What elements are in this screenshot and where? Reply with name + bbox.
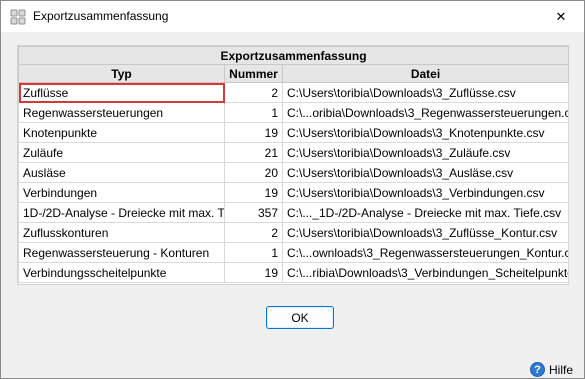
table-row[interactable]: Verbindungsscheitelpunkte 19 C:\...ribia\D… xyxy=(18,262,570,283)
cell-datei[interactable]: C:\Users\toribia\Downloads\3_Ausläse.csv xyxy=(281,162,570,183)
cell-datei[interactable]: C:\Users\toribia\Downloads\3_Knotenpunkt… xyxy=(281,122,570,143)
cell-nummer[interactable]: 19 xyxy=(224,122,283,143)
cell-datei[interactable]: C:\Users\toribia\Downloads\3_Verbindunge… xyxy=(281,182,570,203)
table-row[interactable]: Knotenpunkte 19 C:\Users\toribia\Downloads… xyxy=(18,122,570,143)
column-header-typ[interactable]: Typ xyxy=(18,64,225,83)
table-row[interactable]: Regenwassersteuerungen 1 C:\...oribia\Down… xyxy=(18,102,570,123)
table-body: Zuflüsse 2 C:\Users\toribia\Downloads\3_Zu… xyxy=(18,82,570,283)
export-summary-table: Exportzusammenfassung Typ Nummer Datei Zuf… xyxy=(17,46,570,283)
cell-typ[interactable]: Ausläse xyxy=(18,162,225,183)
table-row[interactable]: Zuläufe 21 C:\Users\toribia\Downloads\3_Zu… xyxy=(18,142,570,163)
cell-typ[interactable]: Zuflüsse xyxy=(18,82,225,103)
cell-datei[interactable]: C:\Users\toribia\Downloads\3_Zuflüsse_Ko… xyxy=(281,222,570,243)
cell-nummer[interactable]: 19 xyxy=(224,262,283,283)
close-icon: ✕ xyxy=(555,8,567,24)
cell-typ[interactable]: Zuflusskonturen xyxy=(18,222,225,243)
close-button[interactable]: ✕ xyxy=(538,1,584,32)
cell-nummer[interactable]: 20 xyxy=(224,162,283,183)
cell-datei[interactable]: C:\Users\toribia\Downloads\3_Zuflüsse.cs… xyxy=(281,82,570,103)
cell-nummer[interactable]: 21 xyxy=(224,142,283,163)
table-row[interactable]: Regenwassersteuerung - Konturen 1 C:\...ow… xyxy=(18,242,570,263)
cell-nummer[interactable]: 19 xyxy=(224,182,283,203)
cell-datei[interactable]: C:\..._1D-/2D-Analyse - Dreiecke mit max… xyxy=(281,202,570,223)
cell-typ[interactable]: Knotenpunkte xyxy=(18,122,225,143)
cell-typ[interactable]: Verbindungsscheitelpunkte xyxy=(18,262,225,283)
title-bar: Exportzusammenfassung ✕ xyxy=(1,1,584,32)
window-title: Exportzusammenfassung xyxy=(33,9,169,23)
table-row[interactable]: Zuflüsse 2 C:\Users\toribia\Downloads\3_Zu… xyxy=(18,82,570,103)
help-icon: ? xyxy=(530,362,545,377)
column-header-datei[interactable]: Datei xyxy=(281,64,570,83)
ok-button[interactable]: OK xyxy=(266,306,334,329)
cell-datei[interactable]: C:\...ribia\Downloads\3_Verbindungen_Sch… xyxy=(281,262,570,283)
cell-nummer[interactable]: 1 xyxy=(224,102,283,123)
cell-typ[interactable]: Regenwassersteuerung - Konturen xyxy=(18,242,225,263)
table-row[interactable]: Zuflusskonturen 2 C:\Users\toribia\Downloa… xyxy=(18,222,570,243)
cell-typ[interactable]: Zuläufe xyxy=(18,142,225,163)
help-link[interactable]: ? Hilfe xyxy=(530,361,573,378)
cell-nummer[interactable]: 2 xyxy=(224,82,283,103)
table-row[interactable]: Ausläse 20 C:\Users\toribia\Downloads\3_Au… xyxy=(18,162,570,183)
export-summary-table-container: Exportzusammenfassung Typ Nummer Datei Zuf… xyxy=(17,45,570,285)
cell-datei[interactable]: C:\...ownloads\3_Regenwassersteuerungen_… xyxy=(281,242,570,263)
export-summary-dialog: Exportzusammenfassung ✕ Exportzusammenfa… xyxy=(0,0,585,379)
cell-typ[interactable]: 1D-/2D-Analyse - Dreiecke mit max. Tiefe xyxy=(18,202,225,223)
app-grid-icon xyxy=(10,9,26,25)
cell-typ[interactable]: Regenwassersteuerungen xyxy=(18,102,225,123)
cell-typ[interactable]: Verbindungen xyxy=(18,182,225,203)
cell-nummer[interactable]: 1 xyxy=(224,242,283,263)
cell-datei[interactable]: C:\...oribia\Downloads\3_Regenwassersteu… xyxy=(281,102,570,123)
table-caption: Exportzusammenfassung xyxy=(17,46,570,65)
cell-nummer[interactable]: 2 xyxy=(224,222,283,243)
cell-datei[interactable]: C:\Users\toribia\Downloads\3_Zuläufe.csv xyxy=(281,142,570,163)
help-label: Hilfe xyxy=(549,362,574,377)
cell-nummer[interactable]: 357 xyxy=(224,202,283,223)
table-header-row: Typ Nummer Datei xyxy=(18,64,570,83)
table-row[interactable]: Verbindungen 19 C:\Users\toribia\Downloads… xyxy=(18,182,570,203)
table-row[interactable]: 1D-/2D-Analyse - Dreiecke mit max. Tiefe… xyxy=(18,202,570,223)
column-header-nummer[interactable]: Nummer xyxy=(224,64,283,83)
